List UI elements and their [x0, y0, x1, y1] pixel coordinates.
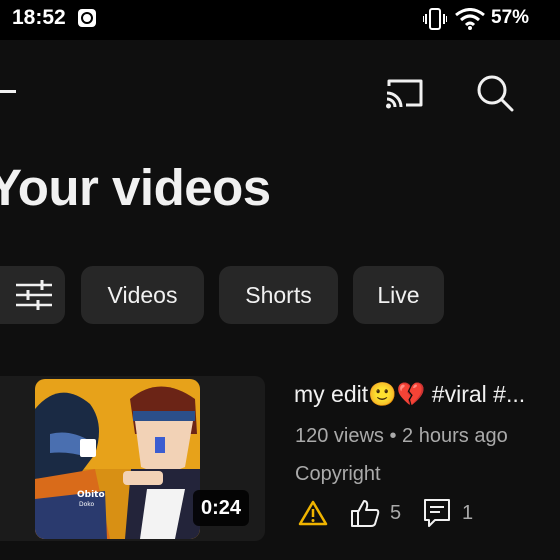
chip-shorts-label: Shorts	[245, 281, 312, 308]
screen-record-icon	[78, 9, 96, 27]
warning-icon[interactable]	[298, 500, 328, 526]
status-time: 18:52	[12, 6, 66, 29]
filter-sliders-icon	[15, 280, 52, 310]
video-thumbnail[interactable]: Obito Doko	[35, 379, 200, 539]
wifi-icon	[455, 8, 485, 30]
filter-chip[interactable]	[0, 266, 65, 324]
duration-badge: 0:24	[193, 490, 249, 526]
chip-videos-label: Videos	[107, 281, 178, 308]
video-meta: 120 views • 2 hours ago	[295, 425, 508, 447]
chip-videos[interactable]: Videos	[81, 266, 204, 324]
back-arrow-icon[interactable]	[0, 90, 16, 93]
chip-shorts[interactable]: Shorts	[219, 266, 338, 324]
battery-level: 57%	[491, 7, 530, 28]
comment-count: 1	[462, 502, 474, 524]
chip-live-label: Live	[377, 281, 420, 308]
video-title[interactable]: my edit🙂💔 #viral #...	[294, 381, 560, 408]
chip-live[interactable]: Live	[353, 266, 444, 324]
thumbnail-caption: Obito	[77, 490, 105, 500]
thumbnail-artwork: Obito Doko	[35, 379, 200, 539]
comment-icon[interactable]	[423, 498, 451, 528]
thumbnail-subcaption: Doko	[79, 501, 95, 508]
duration-text: 0:24	[200, 496, 242, 519]
like-count: 5	[390, 502, 402, 524]
status-bar: 18:52 57%	[0, 0, 560, 40]
video-status[interactable]: Copyright	[295, 463, 381, 486]
search-icon[interactable]	[475, 73, 515, 113]
vibrate-icon	[423, 8, 447, 30]
like-icon[interactable]	[349, 498, 381, 528]
page-title: Your videos	[0, 159, 271, 216]
video-list-item[interactable]: Obito Doko 0:24 my edit🙂💔 #viral #... 12…	[0, 376, 560, 544]
cast-icon[interactable]	[384, 76, 426, 110]
